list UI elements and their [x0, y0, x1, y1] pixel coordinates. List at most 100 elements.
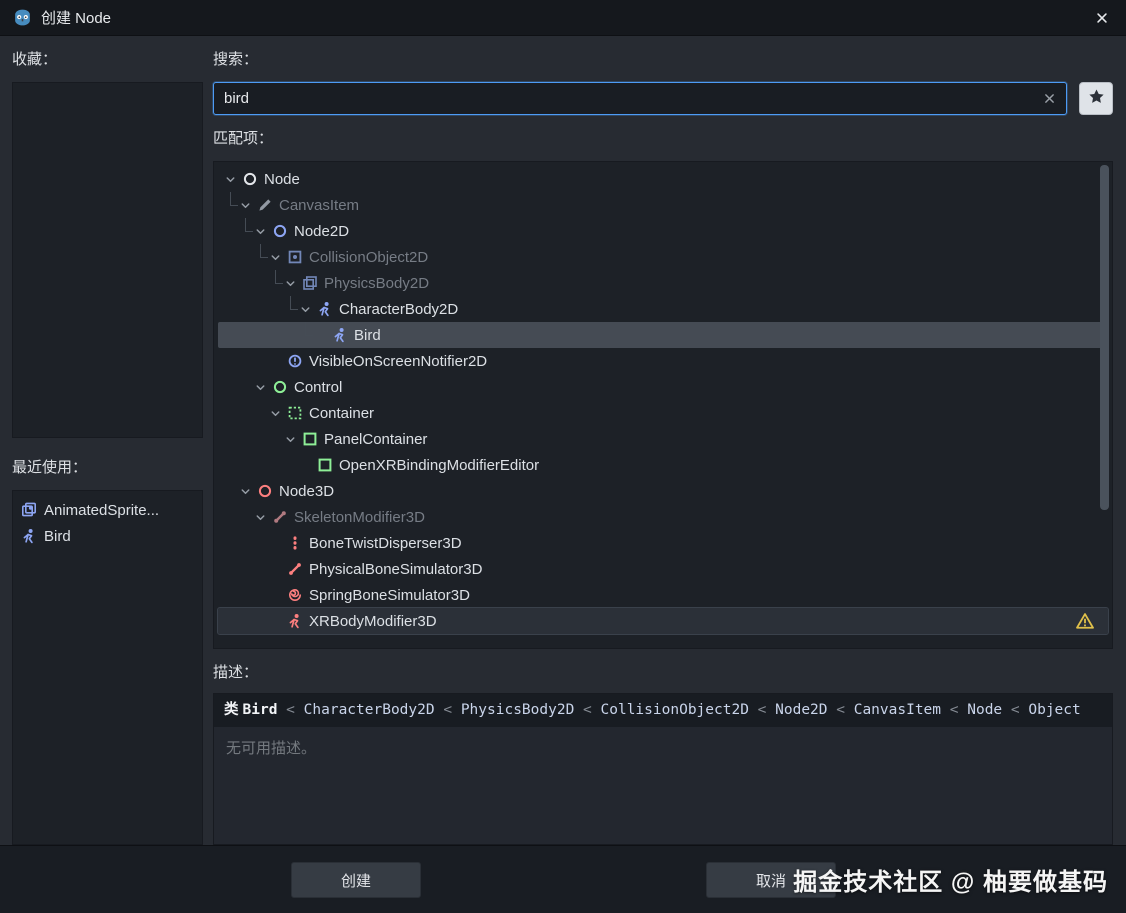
- tree-row[interactable]: PhysicsBody2D: [218, 270, 1108, 296]
- tree-row[interactable]: Node3D: [218, 478, 1108, 504]
- chevron-down-icon[interactable]: [239, 192, 257, 218]
- chevron-down-icon[interactable]: [239, 478, 257, 504]
- cancel-button[interactable]: 取消: [706, 862, 836, 898]
- tree-row[interactable]: OpenXRBindingModifierEditor: [218, 452, 1108, 478]
- tree-row[interactable]: Container: [218, 400, 1108, 426]
- ancestor-link[interactable]: CanvasItem: [854, 702, 941, 718]
- tree-row[interactable]: SkeletonModifier3D: [218, 504, 1108, 530]
- recent-item[interactable]: Bird: [13, 523, 202, 549]
- person-icon: [21, 528, 37, 544]
- alert-circle-icon: [287, 353, 303, 369]
- person-icon: [332, 327, 348, 343]
- tree-row[interactable]: XRBodyModifier3D: [217, 607, 1109, 635]
- tree-row[interactable]: PanelContainer: [218, 426, 1108, 452]
- ancestor-link[interactable]: Node: [967, 702, 1002, 718]
- recent-item[interactable]: AnimatedSprite...: [13, 497, 202, 523]
- clear-search-icon[interactable]: [1039, 89, 1059, 109]
- favorite-star-button[interactable]: [1079, 82, 1113, 115]
- favorites-list[interactable]: [12, 82, 203, 438]
- square-icon: [302, 431, 318, 447]
- tree-row-label: XRBodyModifier3D: [309, 612, 437, 630]
- no-description-text: 无可用描述。: [226, 740, 317, 757]
- tree-row[interactable]: Node2D: [218, 218, 1108, 244]
- ancestor-link[interactable]: CharacterBody2D: [304, 702, 435, 718]
- chevron-down-icon[interactable]: [284, 270, 302, 296]
- chevron-down-icon[interactable]: [269, 400, 287, 426]
- chevron-down-icon[interactable]: [254, 504, 272, 530]
- chain-separator: <: [277, 702, 304, 718]
- scrollbar-thumb[interactable]: [1100, 165, 1109, 510]
- dialog-body: 收藏： 最近使用： AnimatedSprite... Bird 搜索： 匹配项：…: [0, 36, 1126, 845]
- chain-separator: <: [574, 702, 601, 718]
- tree-row[interactable]: BoneTwistDisperser3D: [218, 530, 1108, 556]
- tree-row-label: SkeletonModifier3D: [294, 508, 425, 526]
- brush-icon: [257, 197, 273, 213]
- search-label: 搜索：: [213, 51, 259, 68]
- tree-row[interactable]: CanvasItem: [218, 192, 1108, 218]
- chevron-down-icon[interactable]: [284, 426, 302, 452]
- class-word: 类: [224, 702, 243, 718]
- close-icon[interactable]: [1090, 6, 1114, 30]
- recent-list: AnimatedSprite... Bird: [12, 490, 203, 845]
- search-field-wrap: [213, 82, 1067, 115]
- tree-row[interactable]: PhysicalBoneSimulator3D: [218, 556, 1108, 582]
- tree-row-label: CharacterBody2D: [339, 300, 459, 318]
- recent-item-label: Bird: [44, 527, 71, 545]
- tree-row-label: SpringBoneSimulator3D: [309, 586, 470, 604]
- chain-separator: <: [434, 702, 461, 718]
- tree-row[interactable]: Node: [218, 166, 1108, 192]
- sprite-frames-icon: [21, 502, 37, 518]
- favorites-label: 收藏：: [12, 51, 58, 68]
- squares-icon: [302, 275, 318, 291]
- chevron-down-icon[interactable]: [254, 218, 272, 244]
- tree-row[interactable]: Control: [218, 374, 1108, 400]
- tree-row[interactable]: Bird: [218, 322, 1108, 348]
- ancestor-link[interactable]: CollisionObject2D: [601, 702, 749, 718]
- class-name: Bird: [242, 702, 278, 718]
- tree-row-label: Control: [294, 378, 343, 396]
- description-panel: 类 Bird < CharacterBody2D < PhysicsBody2D…: [213, 693, 1113, 845]
- create-button[interactable]: 创建: [291, 862, 421, 898]
- tree-row[interactable]: SpringBoneSimulator3D: [218, 582, 1108, 608]
- tree-row[interactable]: CharacterBody2D: [218, 296, 1108, 322]
- tree-row-label: Node2D: [294, 222, 350, 240]
- circle-icon: [242, 171, 258, 187]
- chevron-down-icon[interactable]: [224, 166, 242, 192]
- search-input[interactable]: [213, 82, 1067, 115]
- chevron-down-icon[interactable]: [254, 374, 272, 400]
- ancestor-link[interactable]: Object: [1028, 702, 1080, 718]
- dialog-title: 创建 Node: [41, 10, 112, 27]
- tree-row[interactable]: VisibleOnScreenNotifier2D: [218, 348, 1108, 374]
- tree-row-label: CollisionObject2D: [309, 248, 429, 266]
- tree-row[interactable]: CollisionObject2D: [218, 244, 1108, 270]
- circle-icon: [272, 223, 288, 239]
- chevron-down-icon[interactable]: [269, 244, 287, 270]
- ancestor-link[interactable]: Node2D: [775, 702, 827, 718]
- tree-row-label: Node: [264, 170, 300, 188]
- ancestor-link[interactable]: PhysicsBody2D: [461, 702, 575, 718]
- chevron-down-icon[interactable]: [299, 296, 317, 322]
- bone-stack-icon: [287, 535, 303, 551]
